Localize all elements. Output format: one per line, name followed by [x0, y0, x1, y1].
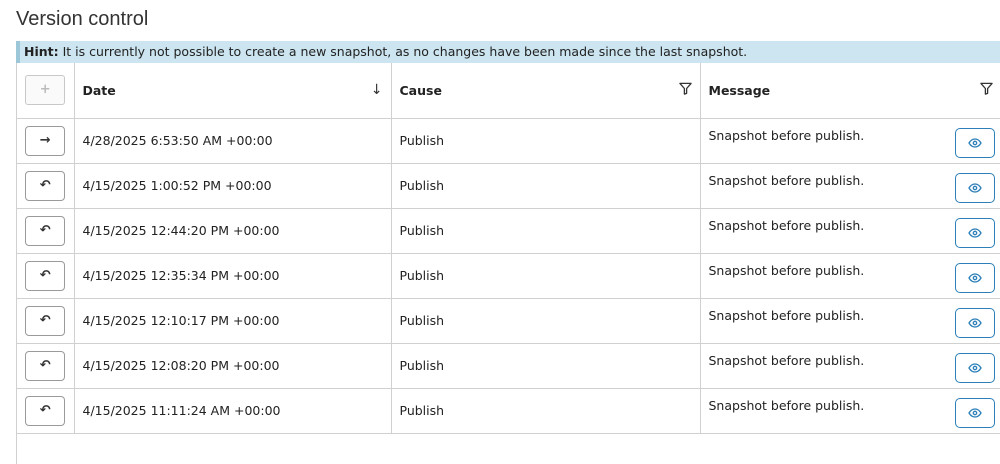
view-button[interactable] — [955, 397, 995, 428]
cause-cell: Publish — [391, 298, 701, 344]
hint-text: It is currently not possible to create a… — [58, 44, 748, 59]
row-action-button[interactable]: ↶ — [25, 305, 66, 336]
sort-descending-icon[interactable]: ↓ — [371, 83, 383, 97]
add-snapshot-button[interactable]: + — [25, 75, 66, 106]
table-row: ↶ 4/15/2025 12:44:20 PM +00:00 Publish S… — [17, 208, 1000, 254]
message-text: Snapshot before publish. — [708, 217, 865, 233]
table-row: ↶ 4/15/2025 1:00:52 PM +00:00 Publish Sn… — [17, 163, 1000, 209]
cause-column-header[interactable]: Cause — [391, 63, 701, 119]
eye-icon — [968, 137, 982, 148]
action-cell: ↶ — [17, 163, 75, 209]
hint-label: Hint: — [24, 44, 59, 59]
message-column-header[interactable]: Message — [700, 63, 1000, 119]
message-text: Snapshot before publish. — [708, 307, 865, 323]
message-text: Snapshot before publish. — [708, 172, 865, 188]
snapshot-grid: + Date ↓ Cause Message → 4/28/2025 6:53:… — [16, 63, 1000, 464]
view-button[interactable] — [955, 172, 995, 203]
date-cell: 4/15/2025 12:08:20 PM +00:00 — [74, 343, 392, 389]
undo-icon: ↶ — [39, 177, 51, 193]
cause-cell: Publish — [391, 253, 701, 299]
undo-icon: ↶ — [39, 402, 51, 418]
message-cell: Snapshot before publish. — [700, 253, 1000, 299]
message-cell: Snapshot before publish. — [700, 163, 1000, 209]
eye-icon — [968, 317, 982, 328]
action-cell: ↶ — [17, 208, 75, 254]
undo-icon: ↶ — [39, 222, 51, 238]
view-button[interactable] — [955, 307, 995, 338]
date-cell: 4/15/2025 12:10:17 PM +00:00 — [74, 298, 392, 344]
date-cell: 4/28/2025 6:53:50 AM +00:00 — [74, 118, 392, 164]
date-cell: 4/15/2025 1:00:52 PM +00:00 — [74, 163, 392, 209]
cause-cell: Publish — [391, 343, 701, 389]
table-row: ↶ 4/15/2025 12:35:34 PM +00:00 Publish S… — [17, 253, 1000, 299]
eye-icon — [968, 272, 982, 283]
hint-banner: Hint: It is currently not possible to cr… — [16, 41, 1000, 63]
undo-icon: ↶ — [39, 267, 51, 283]
message-cell: Snapshot before publish. — [700, 208, 1000, 254]
cause-cell: Publish — [391, 163, 701, 209]
eye-icon — [968, 227, 982, 238]
view-button[interactable] — [955, 352, 995, 383]
undo-icon: ↶ — [39, 357, 51, 373]
filter-icon[interactable] — [678, 82, 692, 98]
row-action-button[interactable]: ↶ — [25, 215, 66, 246]
row-action-button[interactable]: ↶ — [25, 350, 66, 381]
message-cell: Snapshot before publish. — [700, 343, 1000, 389]
cause-cell: Publish — [391, 118, 701, 164]
table-row: ↶ 4/15/2025 12:10:17 PM +00:00 Publish S… — [17, 298, 1000, 344]
date-cell: 4/15/2025 12:44:20 PM +00:00 — [74, 208, 392, 254]
row-action-button[interactable]: ↶ — [25, 395, 66, 426]
view-button[interactable] — [955, 217, 995, 248]
arrow-right-icon: → — [39, 132, 51, 148]
eye-icon — [968, 407, 982, 418]
action-cell: ↶ — [17, 298, 75, 344]
table-row: ↶ 4/15/2025 11:11:24 AM +00:00 Publish S… — [17, 388, 1000, 434]
action-cell: ↶ — [17, 253, 75, 299]
cause-header-label: Cause — [399, 82, 442, 98]
table-row: → 4/28/2025 6:53:50 AM +00:00 Publish Sn… — [17, 118, 1000, 164]
eye-icon — [968, 362, 982, 373]
table-row: ↶ 4/15/2025 12:08:20 PM +00:00 Publish S… — [17, 343, 1000, 389]
message-cell: Snapshot before publish. — [700, 298, 1000, 344]
snapshot-table: + Date ↓ Cause Message → 4/28/2025 6:53:… — [17, 63, 1000, 434]
header-row: + Date ↓ Cause Message — [17, 63, 1000, 119]
row-action-button[interactable]: → — [25, 125, 66, 156]
date-cell: 4/15/2025 11:11:24 AM +00:00 — [74, 388, 392, 434]
message-cell: Snapshot before publish. — [700, 388, 1000, 434]
message-text: Snapshot before publish. — [708, 127, 865, 143]
row-action-button[interactable]: ↶ — [25, 260, 66, 291]
cause-cell: Publish — [391, 388, 701, 434]
action-cell: ↶ — [17, 343, 75, 389]
eye-icon — [968, 182, 982, 193]
action-cell: → — [17, 118, 75, 164]
message-text: Snapshot before publish. — [708, 352, 865, 368]
page-title: Version control — [16, 8, 149, 30]
message-cell: Snapshot before publish. — [700, 118, 1000, 164]
date-header-label: Date — [82, 82, 116, 98]
row-action-button[interactable]: ↶ — [25, 170, 66, 201]
action-cell: ↶ — [17, 388, 75, 434]
view-button[interactable] — [955, 262, 995, 293]
message-text: Snapshot before publish. — [708, 262, 865, 278]
date-column-header[interactable]: Date ↓ — [74, 63, 392, 119]
view-button[interactable] — [955, 127, 995, 158]
cause-cell: Publish — [391, 208, 701, 254]
filter-icon[interactable] — [980, 82, 993, 98]
message-header-label: Message — [708, 82, 771, 98]
message-text: Snapshot before publish. — [708, 397, 865, 413]
date-cell: 4/15/2025 12:35:34 PM +00:00 — [74, 253, 392, 299]
undo-icon: ↶ — [39, 312, 51, 328]
add-column-header: + — [17, 63, 75, 119]
